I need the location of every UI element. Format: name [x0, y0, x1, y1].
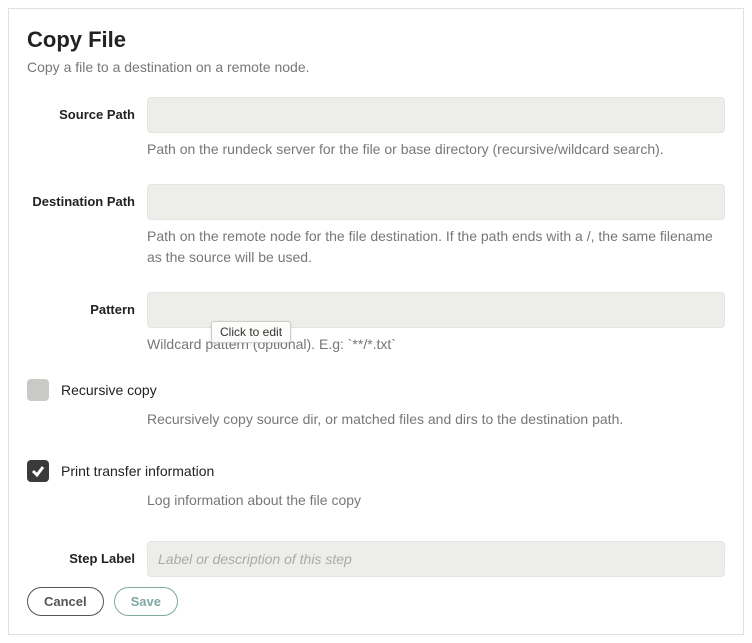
- pattern-row: Pattern: [27, 292, 725, 328]
- panel-title: Copy File: [27, 27, 725, 53]
- checkmark-icon: [30, 463, 46, 479]
- destination-path-label: Destination Path: [27, 184, 147, 209]
- recursive-copy-help: Recursively copy source dir, or matched …: [147, 409, 623, 430]
- save-button[interactable]: Save: [114, 587, 178, 616]
- recursive-copy-label: Recursive copy: [61, 382, 157, 398]
- copy-file-panel: Copy File Copy a file to a destination o…: [8, 8, 744, 635]
- cancel-button[interactable]: Cancel: [27, 587, 104, 616]
- source-path-row: Source Path: [27, 97, 725, 133]
- print-info-label: Print transfer information: [61, 463, 214, 479]
- print-info-help: Log information about the file copy: [147, 490, 361, 511]
- source-path-help: Path on the rundeck server for the file …: [147, 139, 664, 160]
- click-to-edit-tooltip: Click to edit: [211, 321, 291, 343]
- recursive-copy-row: Recursive copy: [27, 379, 725, 401]
- print-info-checkbox[interactable]: [27, 460, 49, 482]
- step-label-label: Step Label: [27, 541, 147, 566]
- pattern-label: Pattern: [27, 292, 147, 317]
- button-row: Cancel Save: [27, 587, 725, 616]
- step-label-input[interactable]: [147, 541, 725, 577]
- recursive-copy-checkbox[interactable]: [27, 379, 49, 401]
- destination-path-row: Destination Path: [27, 184, 725, 220]
- panel-subtitle: Copy a file to a destination on a remote…: [27, 59, 725, 75]
- print-info-row: Print transfer information: [27, 460, 725, 482]
- step-label-row: Step Label: [27, 541, 725, 577]
- source-path-label: Source Path: [27, 97, 147, 122]
- destination-path-help: Path on the remote node for the file des…: [147, 226, 725, 268]
- source-path-input[interactable]: [147, 97, 725, 133]
- destination-path-input[interactable]: [147, 184, 725, 220]
